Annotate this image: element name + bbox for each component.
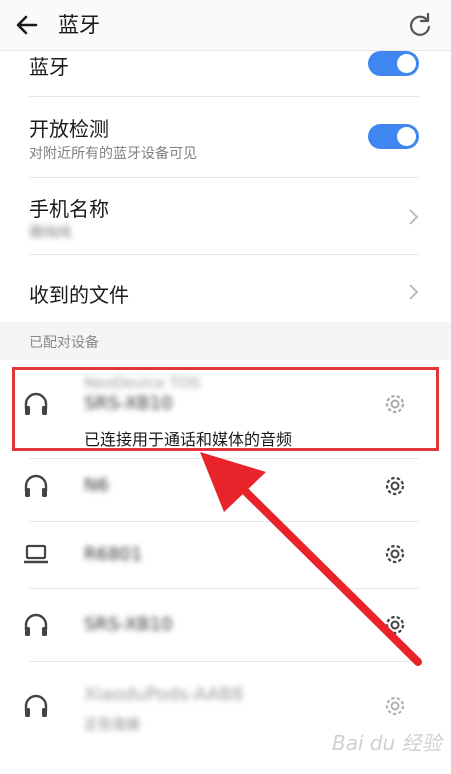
bluetooth-label: 蓝牙 <box>29 55 69 79</box>
device-name: N6 <box>84 475 109 496</box>
toggle-knob <box>397 54 416 73</box>
back-arrow-icon[interactable] <box>14 12 40 38</box>
app-header: 蓝牙 <box>0 0 451 51</box>
discoverable-toggle[interactable] <box>368 124 419 149</box>
device-name: SRS-XB10 <box>84 614 173 635</box>
headphones-icon <box>24 613 48 636</box>
device-sub-status: 正在连接 <box>84 717 140 733</box>
received-files-label: 收到的文件 <box>29 283 129 307</box>
paired-device-item[interactable]: XiaoduPods-AAB8 正在连接 <box>0 662 451 774</box>
paired-devices-title: 已配对设备 <box>29 335 99 351</box>
discoverable-description: 对附近所有的蓝牙设备可见 <box>29 146 197 162</box>
laptop-icon <box>24 544 48 564</box>
paired-device-item[interactable]: SRS-XB10 <box>0 589 451 661</box>
gear-icon[interactable] <box>381 472 409 500</box>
device-name: R6801 <box>84 544 143 565</box>
headphones-icon <box>24 474 48 497</box>
received-files-row[interactable]: 收到的文件 <box>0 255 451 322</box>
paired-device-item[interactable]: R6801 <box>0 522 451 588</box>
watermark: Bai du 经验 <box>332 731 442 755</box>
discoverable-label: 开放检测 <box>29 117 109 141</box>
device-name-value: 薇纯纯 <box>29 225 71 241</box>
gear-icon[interactable] <box>381 540 409 568</box>
paired-device-item[interactable]: N6 <box>0 459 451 521</box>
discoverable-row[interactable]: 开放检测 对附近所有的蓝牙设备可见 <box>0 97 451 177</box>
toggle-knob <box>397 127 416 146</box>
gear-icon[interactable] <box>381 611 409 639</box>
highlight-box <box>12 367 439 451</box>
paired-devices-header: 已配对设备 <box>0 322 451 360</box>
headphones-icon <box>24 694 48 717</box>
device-name-label: 手机名称 <box>29 197 109 221</box>
page-title: 蓝牙 <box>58 13 100 37</box>
gear-icon[interactable] <box>381 692 409 720</box>
bluetooth-row[interactable]: 蓝牙 <box>0 50 451 96</box>
chevron-right-icon <box>409 284 419 300</box>
bluetooth-toggle[interactable] <box>368 51 419 76</box>
chevron-right-icon <box>409 209 419 225</box>
device-name: XiaoduPods-AAB8 <box>84 684 244 705</box>
refresh-icon[interactable] <box>406 11 434 39</box>
device-name-row[interactable]: 手机名称 薇纯纯 <box>0 178 451 254</box>
